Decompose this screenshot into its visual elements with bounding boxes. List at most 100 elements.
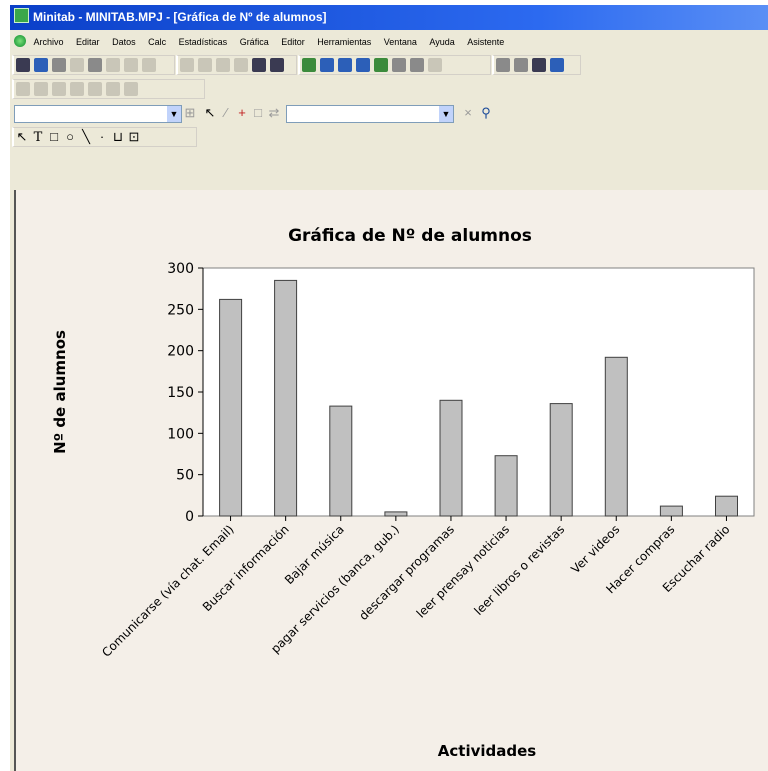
zoom-box-icon[interactable]: □ [250,104,266,122]
menu-editor[interactable]: Editor [281,33,305,51]
graph-window[interactable]: Gráfica de Nº de alumnos Nº de alumnos A… [14,190,768,771]
project-globe-icon[interactable] [14,35,26,47]
tile-icon[interactable] [514,58,528,72]
select-pointer-icon[interactable]: ↖ [202,104,218,122]
marker-tool-icon[interactable]: · [94,128,110,146]
y-tick-label: 150 [167,385,194,401]
annotation-toolbar-group: ↖ T □ ○ ╲ · ⊔ ⊡ [12,127,197,147]
x-axis-label: Actividades [438,742,537,760]
window-title: Minitab - MINITAB.MPJ - [Gráfica de Nº d… [33,10,327,24]
edit-element-icon[interactable]: ⊞ [182,104,198,122]
chevron-down-icon[interactable]: ▼ [167,106,181,122]
bar [494,455,518,517]
menu-editar[interactable]: Editar [76,33,100,51]
bar [329,405,353,517]
delete-icon[interactable]: × [460,104,476,122]
manage-graphs-icon[interactable] [532,58,546,72]
regression-icon[interactable] [88,82,102,96]
report-pad-icon[interactable] [410,58,424,72]
insert-row-icon[interactable] [180,58,194,72]
polygon-tool-icon[interactable]: ⊔ [110,128,126,146]
zoom-icon[interactable]: ⚲ [478,104,494,122]
layout-icon[interactable] [496,58,510,72]
cancel-icon[interactable] [252,58,266,72]
category-label: Ver videos [568,522,622,576]
session-icon[interactable] [320,58,334,72]
menu-archivo[interactable]: Archivo [34,33,64,51]
category-label: leer libros o revistas [472,522,568,618]
history-icon[interactable] [374,58,388,72]
worksheet-toolbar [10,77,768,99]
rectangle-tool-icon[interactable]: □ [46,128,62,146]
chevron-down-icon[interactable]: ▼ [439,106,453,122]
y-tick-label: 100 [167,426,194,442]
project-manager-icon[interactable] [302,58,316,72]
file-edit-toolbar-group [12,55,175,75]
swap-icon[interactable]: ⇄ [266,104,282,122]
insert-column-icon[interactable] [198,58,212,72]
y-tick-label: 200 [167,344,194,360]
brush-toolbar-group [12,79,205,99]
category-label: descargar programas [356,522,457,623]
plot-area: 050100150200250300Comunicarse (vía chat.… [99,261,755,660]
graph-item-select[interactable]: ▼ [286,105,454,123]
related-documents-icon[interactable] [428,58,442,72]
cut-icon[interactable] [70,58,84,72]
bar [659,505,683,517]
menu-herramientas[interactable]: Herramientas [317,33,371,51]
print-icon[interactable] [52,58,66,72]
brush-icon[interactable] [16,82,30,96]
select-tool-icon[interactable]: ↖ [14,128,30,146]
line-tool-icon[interactable]: ╲ [78,128,94,146]
edit-icon[interactable] [106,82,120,96]
menu-calc[interactable]: Calc [148,33,166,51]
menu-asistente[interactable]: Asistente [467,33,504,51]
minitab-app-icon [14,8,29,23]
graph-icon[interactable] [550,58,564,72]
y-tick-label: 0 [185,509,194,525]
annotation-toolbar: ↖ T □ ○ ╲ · ⊔ ⊡ [10,125,768,147]
pencil-icon[interactable] [124,82,138,96]
ellipse-tool-icon[interactable]: ○ [62,128,78,146]
bar [219,298,243,517]
data-icon[interactable] [338,58,352,72]
menu-ayuda[interactable]: Ayuda [429,33,454,51]
undo-icon[interactable] [124,58,138,72]
menu-estadisticas[interactable]: Estadísticas [179,33,228,51]
open-icon[interactable] [16,58,30,72]
set-id-icon[interactable] [52,82,66,96]
bar [274,279,298,517]
window-toolbar-group [298,55,491,75]
paste-icon[interactable] [106,58,120,72]
save-icon[interactable] [34,58,48,72]
brush-tool-icon[interactable]: ∕ [218,104,234,122]
menu-grafica[interactable]: Gráfica [240,33,269,51]
layout-toolbar-group [492,55,581,75]
text-tool-icon[interactable]: T [30,129,46,147]
graph-element-select[interactable]: ▼ [14,105,182,123]
standard-toolbar [10,53,768,75]
replace-icon[interactable] [234,58,248,72]
bar [549,403,573,517]
show-brushed-icon[interactable] [70,82,84,96]
find-icon[interactable] [216,58,230,72]
redo-icon[interactable] [142,58,156,72]
polyline-tool-icon[interactable]: ⊡ [126,128,142,146]
y-tick-label: 250 [167,302,194,318]
graphs-folder-icon[interactable] [392,58,406,72]
chart-title: Gráfica de Nº de alumnos [288,226,532,246]
bar-chart[interactable]: Gráfica de Nº de alumnos Nº de alumnos A… [16,190,768,771]
y-tick-label: 300 [167,261,194,277]
set-id-variables-icon[interactable] [34,82,48,96]
info-icon[interactable] [356,58,370,72]
find-toolbar-group [176,55,297,75]
help-icon[interactable] [270,58,284,72]
bar [715,495,738,517]
crosshair-icon[interactable]: + [234,104,250,122]
y-tick-label: 50 [176,468,194,484]
copy-icon[interactable] [88,58,102,72]
menu-ventana[interactable]: Ventana [384,33,417,51]
bar [384,511,408,517]
menu-bar: Archivo Editar Datos Calc Estadísticas G… [10,33,768,51]
menu-datos[interactable]: Datos [112,33,136,51]
